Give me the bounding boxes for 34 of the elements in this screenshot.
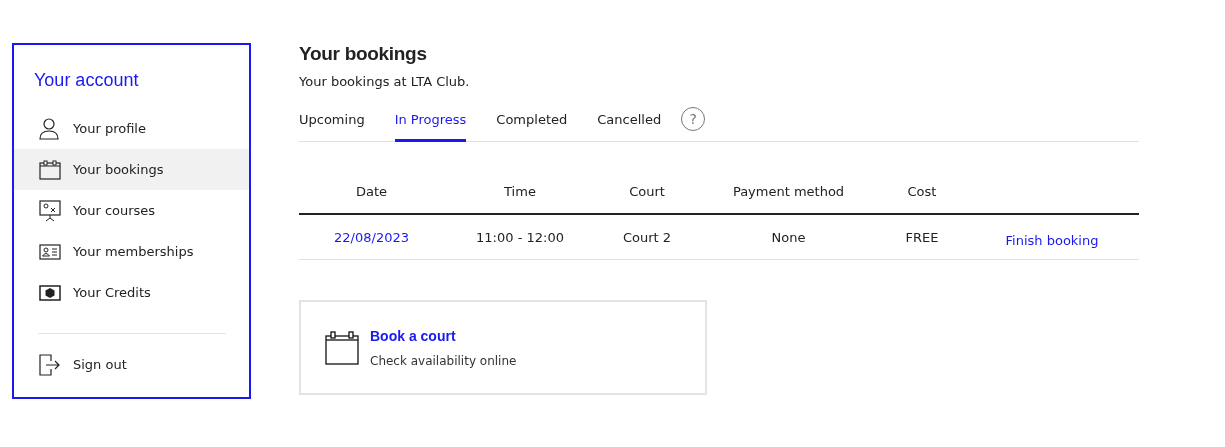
finish-booking-link[interactable]: Finish booking	[1005, 232, 1099, 248]
calendar-icon	[325, 330, 359, 365]
page-subtitle: Your bookings at LTA Club.	[299, 74, 471, 89]
sign-out-icon	[39, 353, 61, 376]
column-header: Payment method	[731, 183, 846, 199]
column-header: Court	[628, 183, 666, 199]
sidebar-title: Your account	[34, 70, 140, 91]
calendar-icon	[39, 159, 61, 180]
tab[interactable]: Upcoming	[299, 97, 365, 142]
book-court-card[interactable]: Book a court Check availability online	[299, 300, 707, 395]
sidebar-item[interactable]: Your courses	[14, 190, 249, 231]
card-description: Check availability online	[370, 353, 517, 368]
sidebar-item[interactable]: Your memberships	[14, 231, 249, 272]
presentation-board-icon	[39, 199, 61, 222]
tab[interactable]: In Progress	[394, 97, 467, 142]
table-cell: 11:00 - 12:00	[476, 229, 564, 245]
sidebar-item[interactable]: Your bookings	[14, 149, 249, 190]
id-card-icon	[39, 243, 61, 260]
sign-out-link[interactable]: Sign out	[14, 344, 249, 385]
page-title: Your bookings	[299, 43, 428, 65]
sidebar-item[interactable]: Your profile	[14, 108, 249, 149]
person-icon	[39, 117, 59, 140]
card-title[interactable]: Book a court	[370, 327, 517, 344]
sidebar-item[interactable]: Your Credits	[14, 272, 249, 313]
credit-badge-icon	[39, 284, 61, 301]
tab[interactable]: Cancelled	[597, 97, 662, 142]
tab[interactable]: Completed	[496, 97, 568, 142]
table-cell: Court 2	[622, 229, 672, 245]
column-header: Time	[503, 183, 537, 199]
column-header: Date	[354, 183, 389, 199]
table-cell: None	[771, 229, 806, 245]
column-header: Cost	[906, 183, 938, 199]
date-link[interactable]: 22/08/2023	[334, 229, 409, 245]
table-cell: FREE	[905, 229, 939, 245]
